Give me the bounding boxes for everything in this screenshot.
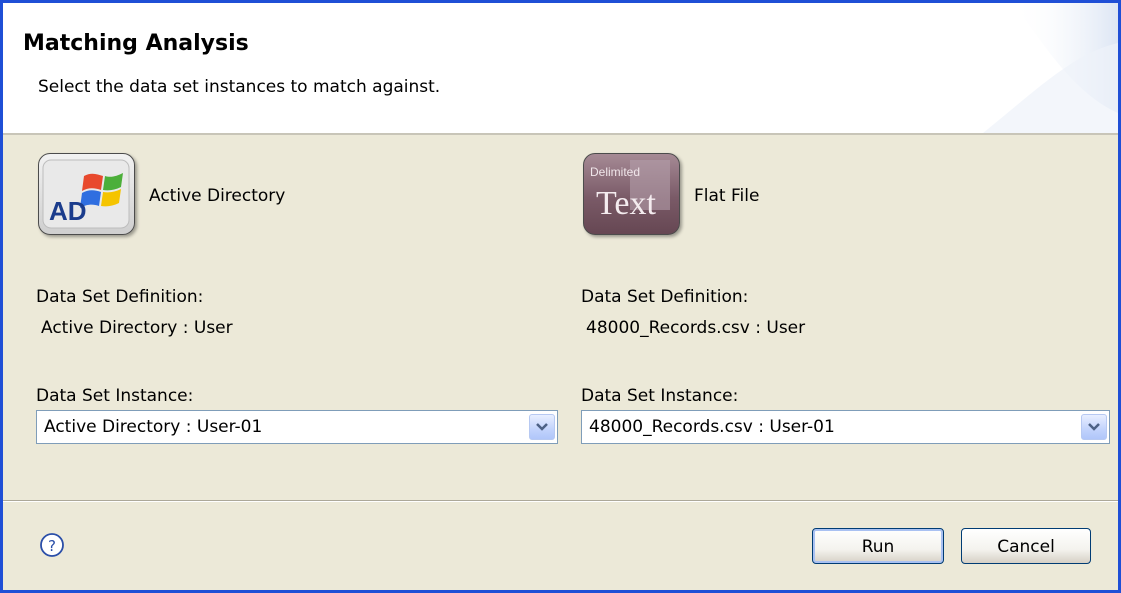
chevron-down-icon[interactable] [1081, 414, 1107, 440]
definition-value: 48000_Records.csv : User [586, 318, 806, 338]
run-button[interactable]: Run [812, 528, 944, 564]
dialog-subtitle: Select the data set instances to match a… [38, 77, 441, 97]
instance-select-value: Active Directory : User-01 [44, 417, 263, 437]
dialog-title: Matching Analysis [23, 31, 249, 56]
svg-text:Delimited: Delimited [590, 165, 640, 179]
chevron-down-icon[interactable] [529, 414, 555, 440]
header-decoration [983, 3, 1118, 133]
active-directory-icon: AD [38, 153, 135, 235]
footer-separator [3, 500, 1118, 502]
delimited-text-icon-graphic: Delimited Text [590, 160, 670, 222]
svg-text:?: ? [48, 537, 56, 555]
svg-text:AD: AD [49, 196, 87, 226]
active-directory-icon-graphic: AD [42, 159, 130, 229]
source-panel-active-directory: AD Active Directory Data Set Definition:… [36, 148, 566, 468]
source-panel-flat-file: Delimited Text Flat File Data Set Defini… [581, 148, 1111, 468]
instance-select-value: 48000_Records.csv : User-01 [589, 417, 835, 437]
instance-label: Data Set Instance: [36, 386, 194, 406]
instance-label: Data Set Instance: [581, 386, 739, 406]
cancel-button[interactable]: Cancel [961, 528, 1091, 564]
definition-value: Active Directory : User [41, 318, 233, 338]
instance-select[interactable]: Active Directory : User-01 [36, 410, 558, 444]
data-source-name: Active Directory [149, 186, 286, 206]
definition-label: Data Set Definition: [36, 287, 204, 307]
help-icon[interactable]: ? [39, 532, 65, 558]
dialog-header: Matching Analysis Select the data set in… [3, 3, 1118, 135]
data-source-name: Flat File [694, 186, 760, 206]
instance-select[interactable]: 48000_Records.csv : User-01 [581, 410, 1110, 444]
delimited-text-icon: Delimited Text [583, 153, 680, 235]
matching-analysis-dialog: Matching Analysis Select the data set in… [0, 0, 1121, 593]
svg-text:Text: Text [596, 185, 656, 222]
definition-label: Data Set Definition: [581, 287, 749, 307]
